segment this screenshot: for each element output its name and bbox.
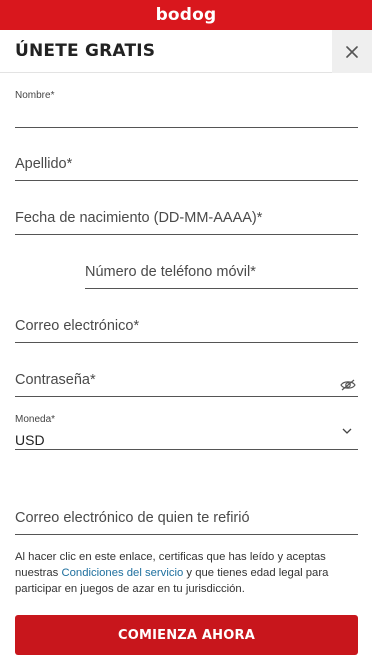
email-field[interactable]: Correo electrónico*	[15, 312, 358, 343]
referrer-email-placeholder: Correo electrónico de quien te refirió	[15, 510, 250, 526]
currency-select[interactable]: Moneda* USD	[15, 412, 358, 450]
terms-of-service-link[interactable]: Condiciones del servicio	[61, 567, 183, 579]
password-placeholder: Contraseña*	[15, 372, 96, 388]
first-name-label: Nombre*	[15, 90, 55, 101]
legal-notice: Al hacer clic en este enlace, certificas…	[15, 549, 360, 597]
last-name-field[interactable]: Apellido*	[15, 150, 358, 181]
currency-label: Moneda*	[15, 414, 56, 425]
email-placeholder: Correo electrónico*	[15, 318, 140, 334]
bodog-logo[interactable]: bodog	[156, 5, 217, 25]
referrer-email-field[interactable]: Correo electrónico de quien te refirió	[15, 504, 358, 535]
eye-slash-icon[interactable]	[340, 379, 356, 391]
close-button[interactable]	[332, 30, 372, 73]
start-now-button[interactable]: COMIENZA AHORA	[15, 615, 358, 655]
password-field[interactable]: Contraseña*	[15, 366, 358, 397]
modal-header: ÚNETE GRATIS	[0, 30, 372, 73]
phone-field[interactable]: Número de teléfono móvil*	[85, 258, 358, 289]
currency-value: USD	[15, 432, 45, 448]
birthdate-field[interactable]: Fecha de nacimiento (DD-MM-AAAA)*	[15, 204, 358, 235]
page-title: ÚNETE GRATIS	[15, 41, 156, 61]
birthdate-placeholder: Fecha de nacimiento (DD-MM-AAAA)*	[15, 210, 263, 226]
top-brand-bar: bodog	[0, 0, 372, 30]
chevron-down-icon	[342, 428, 352, 434]
first-name-field[interactable]: Nombre*	[15, 88, 358, 128]
phone-placeholder: Número de teléfono móvil*	[85, 264, 256, 280]
close-icon	[346, 45, 358, 58]
last-name-placeholder: Apellido*	[15, 156, 73, 172]
